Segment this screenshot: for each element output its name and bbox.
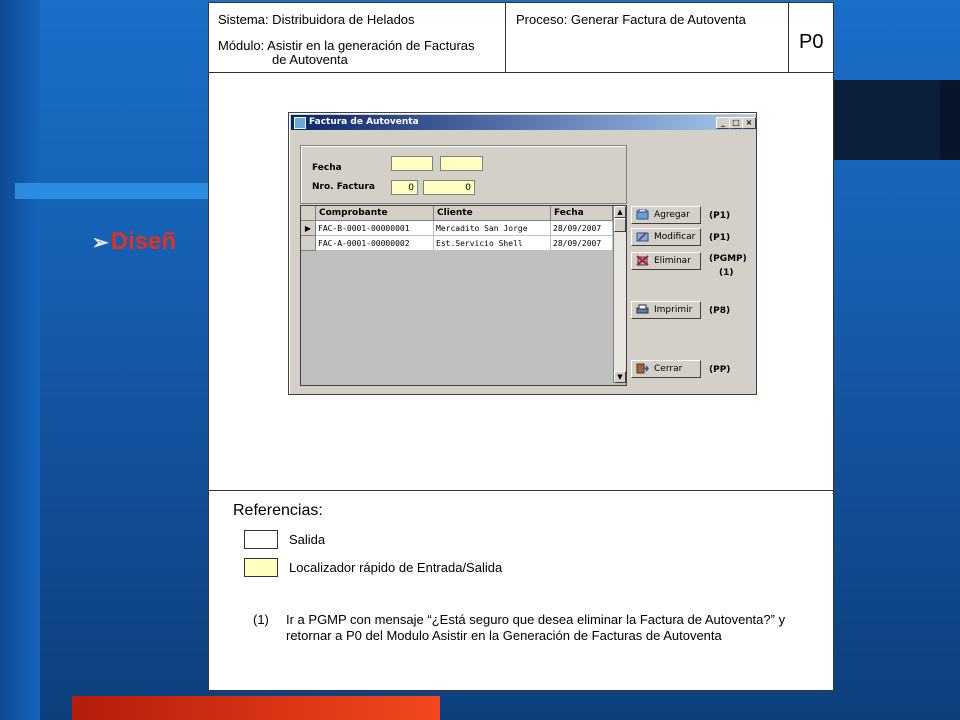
col-header-fecha[interactable]: Fecha [551, 206, 613, 221]
spec-sheet: Sistema: Distribuidora de Helados Módulo… [208, 2, 834, 691]
slide-title-text: Diseñ [110, 228, 177, 255]
legend-label-salida: Salida [289, 532, 326, 547]
eliminar-note-ref: (1) [719, 268, 734, 278]
cerrar-label: Cerrar [654, 364, 683, 374]
system-label: Sistema: Distribuidora de Helados [218, 12, 415, 27]
scroll-thumb[interactable] [614, 218, 626, 232]
screen-code: P0 [799, 31, 824, 53]
note-text: Ir a PGMP con mensaje “¿Está seguro que … [286, 612, 786, 643]
imprimir-label: Imprimir [654, 305, 693, 315]
factura-window: Factura de Autoventa _ □ × Fecha Nro. Fa… [288, 112, 757, 395]
grid-vertical-scrollbar[interactable]: ▲ ▼ [613, 206, 626, 383]
table-row[interactable]: Mercadito San Jorge [434, 221, 551, 236]
imprimir-button[interactable]: Imprimir [631, 301, 701, 319]
background-orange-bar [72, 696, 440, 720]
agregar-button[interactable]: Agregar [631, 206, 701, 224]
fecha-to-input[interactable] [440, 156, 483, 171]
modificar-target: (P1) [709, 233, 731, 243]
fecha-label: Fecha [312, 163, 342, 173]
close-button[interactable]: × [742, 117, 756, 129]
col-header-comprobante[interactable]: Comprobante [316, 206, 434, 221]
bullet-arrow-icon: ➢ [92, 232, 109, 254]
add-icon [636, 209, 649, 220]
cerrar-target: (PP) [709, 365, 731, 375]
background-stripe [0, 0, 40, 720]
legend-label-localizador: Localizador rápido de Entrada/Salida [289, 560, 503, 575]
module-label-cont: de Autoventa [272, 52, 348, 67]
modificar-button[interactable]: Modificar [631, 228, 701, 246]
module-label: Módulo: Asistir en la generación de Fact… [218, 38, 475, 53]
table-row[interactable]: FAC-B-0001-00000001 [316, 221, 434, 236]
imprimir-target: (P8) [709, 306, 731, 316]
spec-header: Sistema: Distribuidora de Helados Módulo… [209, 3, 833, 73]
header-code-cell: P0 [789, 3, 833, 72]
exit-icon [636, 363, 649, 374]
nro-prefix-input[interactable]: 0 [391, 180, 418, 195]
agregar-label: Agregar [654, 210, 690, 220]
table-row[interactable]: FAC-A-0001-00000002 [316, 236, 434, 251]
nro-number-input[interactable]: 0 [423, 180, 475, 195]
table-row[interactable]: 28/09/2007 [551, 221, 613, 236]
table-row[interactable]: Est.Servicio Shell [434, 236, 551, 251]
slide-title: ➢Diseñ [92, 228, 176, 256]
row-indicator [301, 236, 316, 251]
scroll-down-icon[interactable]: ▼ [614, 371, 626, 383]
modificar-label: Modificar [654, 232, 696, 242]
filter-panel: Fecha Nro. Factura 0 0 [300, 145, 627, 204]
window-title: Factura de Autoventa [309, 117, 419, 127]
header-process-cell: Proceso: Generar Factura de Autoventa [506, 3, 789, 72]
note-number: (1) [253, 612, 269, 627]
eliminar-target: (PGMP) [709, 254, 747, 264]
col-header-cliente[interactable]: Cliente [434, 206, 551, 221]
eliminar-label: Eliminar [654, 256, 691, 266]
legend-swatch-localizador [244, 558, 278, 577]
delete-icon [636, 255, 649, 266]
edit-icon [636, 232, 649, 242]
legend-swatch-salida [244, 530, 278, 549]
background-band [15, 183, 215, 199]
minimize-button[interactable]: _ [716, 117, 730, 129]
header-system-cell: Sistema: Distribuidora de Helados Módulo… [209, 3, 506, 72]
app-icon [294, 117, 306, 129]
scroll-up-icon[interactable]: ▲ [614, 206, 626, 218]
facturas-grid: Comprobante Cliente Fecha ▶ FAC-B-0001-0… [300, 205, 627, 386]
eliminar-button[interactable]: Eliminar [631, 252, 701, 270]
maximize-button[interactable]: □ [729, 117, 743, 129]
row-pointer-icon: ▶ [301, 221, 316, 236]
grid-corner [301, 206, 316, 221]
references-section: Referencias: Salida Localizador rápido d… [209, 490, 833, 691]
agregar-target: (P1) [709, 211, 731, 221]
window-titlebar[interactable]: Factura de Autoventa _ □ × [291, 115, 756, 130]
process-label: Proceso: Generar Factura de Autoventa [516, 12, 746, 27]
references-title: Referencias: [233, 502, 323, 519]
background-dark-block-edge [940, 80, 960, 160]
nro-factura-label: Nro. Factura [312, 182, 375, 192]
printer-icon [636, 304, 649, 314]
cerrar-button[interactable]: Cerrar [631, 360, 701, 378]
table-row[interactable]: 28/09/2007 [551, 236, 613, 251]
fecha-from-input[interactable] [391, 156, 433, 171]
